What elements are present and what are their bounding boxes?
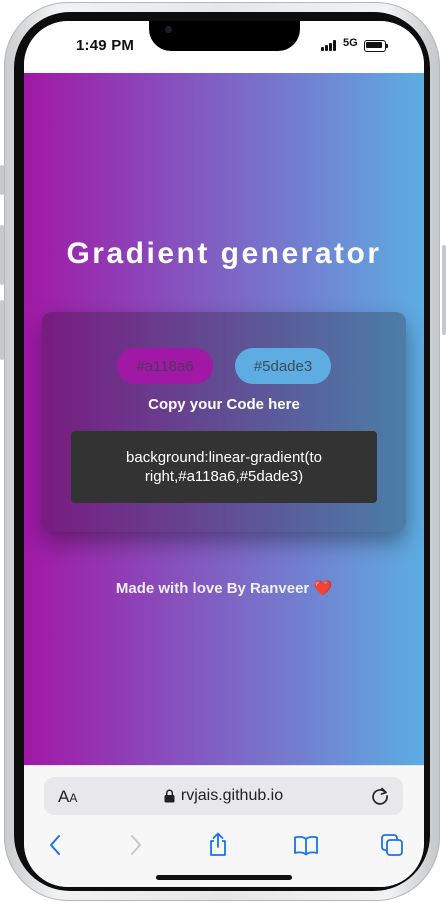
reload-icon[interactable]	[369, 785, 391, 807]
phone-screen: 1:49 PM 5G Gradient generator #a118a6 #5…	[24, 21, 424, 887]
tabs-icon[interactable]	[379, 832, 405, 858]
copy-code-label: Copy your Code here	[148, 396, 300, 413]
heart-icon: ❤️	[313, 580, 333, 597]
signal-icon	[321, 40, 339, 51]
css-code-output[interactable]: background:linear-gradient(to right,#a11…	[71, 431, 377, 503]
web-page: Gradient generator #a118a6 #5dade3 Copy …	[24, 73, 424, 765]
power-button	[442, 245, 446, 335]
network-label: 5G	[343, 37, 358, 49]
footer-text: Made with love By Ranveer	[115, 580, 310, 597]
lock-icon	[164, 789, 175, 803]
css-code-text: background:linear-gradient(to right,#a11…	[126, 449, 322, 485]
status-time: 1:49 PM	[76, 37, 135, 54]
gradient-card: #a118a6 #5dade3 Copy your Code here back…	[42, 312, 406, 532]
volume-down-button	[0, 300, 4, 360]
url-display[interactable]: rvjais.github.io	[44, 777, 403, 815]
status-bar: 1:49 PM 5G	[24, 21, 424, 73]
color-picker-2[interactable]: #5dade3	[235, 348, 331, 384]
volume-up-button	[0, 225, 4, 285]
camera-icon	[165, 26, 172, 33]
color-picker-1[interactable]: #a118a6	[117, 348, 213, 384]
browser-nav-toolbar	[24, 826, 424, 862]
home-indicator	[156, 875, 292, 880]
mute-switch	[0, 165, 4, 195]
notch	[149, 21, 300, 51]
bookmarks-icon[interactable]	[293, 832, 319, 858]
footer: Made with love By Ranveer ❤️	[24, 579, 424, 597]
url-text: rvjais.github.io	[180, 787, 284, 804]
back-icon[interactable]	[43, 832, 69, 858]
forward-icon[interactable]	[122, 832, 148, 858]
safari-toolbar: AA rvjais.github.io	[24, 765, 424, 887]
address-bar[interactable]: AA rvjais.github.io	[44, 777, 403, 815]
share-icon[interactable]	[205, 832, 231, 858]
battery-icon	[364, 40, 388, 52]
page-title: Gradient generator	[66, 237, 382, 270]
